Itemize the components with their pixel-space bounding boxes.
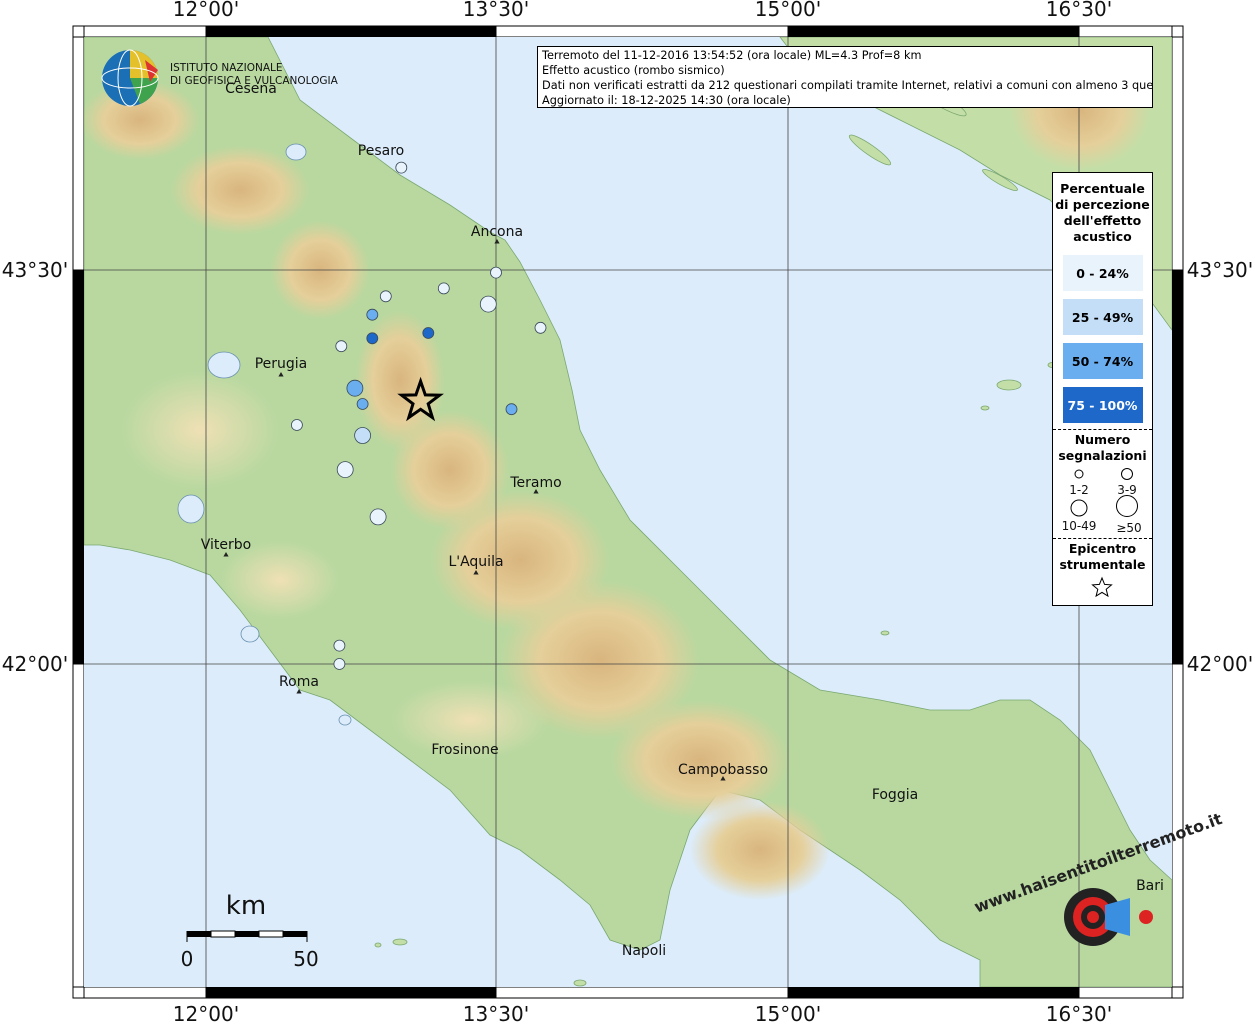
legend-epicenter-line-1: Epicentro (1068, 541, 1137, 556)
size-symbol-3 (1070, 499, 1088, 517)
legend-class-1: 25 - 49% (1062, 299, 1143, 335)
legend-title-line-4: acustico (1073, 229, 1132, 244)
info-line-2: Effetto acustico (rombo sismico) (542, 64, 725, 77)
observation-point (395, 161, 408, 174)
size-label-3: 10-49 (1062, 519, 1097, 533)
legend-size-symbols: 1-2 3-9 10-49 ≥50 (1062, 468, 1142, 535)
ingv-logo-icon (101, 49, 159, 107)
info-line-3: Dati non verificati estratti da 212 ques… (542, 79, 1153, 92)
city-label: Pesaro (358, 143, 404, 159)
info-line-1: Terremoto del 11-12-2016 13:54:52 (ora l… (542, 49, 922, 62)
legend-count-line-2: segnalazioni (1058, 448, 1147, 463)
scale-start: 0 (181, 947, 194, 971)
city-label: Roma (279, 674, 319, 690)
lon-label-top-1: 12°00' (173, 0, 239, 21)
legend-class-3: 75 - 100% (1062, 387, 1143, 423)
observation-point (534, 321, 547, 334)
observation-point (369, 508, 387, 526)
size-symbol-1 (1074, 469, 1084, 479)
size-symbol-2 (1121, 468, 1133, 480)
lon-label-bottom-2: 13°30' (463, 1002, 529, 1024)
observation-point (333, 639, 346, 652)
size-symbol-4 (1116, 495, 1138, 517)
legend-separator-1 (1053, 429, 1152, 430)
lon-label-bottom-3: 15°00' (755, 1002, 821, 1024)
lat-label-left-1: 43°30' (2, 258, 68, 282)
city-label: Perugia (255, 356, 308, 372)
legend: Percentuale di percezione dell'effetto a… (1052, 172, 1153, 606)
lat-label-right-2: 42°00' (1187, 652, 1253, 676)
observation-point (335, 340, 348, 353)
observation-point (333, 658, 346, 670)
observation-point (366, 332, 379, 345)
observation-point (354, 427, 372, 444)
city-label: Viterbo (201, 537, 251, 553)
observation-point (490, 266, 502, 279)
observation-point (479, 295, 497, 313)
logo-line-2: DI GEOFISICA E VULCANOLOGIA (170, 75, 338, 87)
legend-title: Percentuale di percezione dell'effetto a… (1053, 181, 1152, 245)
legend-star-icon (1091, 576, 1113, 598)
observation-point (290, 419, 303, 431)
ingv-logo-text: ISTITUTO NAZIONALE DI GEOFISICA E VULCAN… (170, 62, 338, 88)
legend-title-line-2: di percezione (1055, 197, 1150, 212)
city-label: L'Aquila (448, 554, 503, 570)
lat-label-right-1: 43°30' (1187, 258, 1253, 282)
observation-point (505, 403, 518, 416)
lon-label-top-4: 16°30' (1046, 0, 1112, 21)
lon-label-top-3: 15°00' (755, 0, 821, 21)
city-label: Teramo (509, 475, 561, 491)
logo-line-1: ISTITUTO NAZIONALE (170, 62, 283, 74)
scale-end: 50 (293, 947, 318, 971)
city-label: Campobasso (678, 762, 768, 778)
observation-point (379, 290, 392, 303)
observation-point (336, 461, 354, 479)
lon-label-bottom-4: 16°30' (1046, 1002, 1112, 1024)
city-label: Ancona (471, 224, 523, 240)
city-label: Napoli (622, 943, 666, 959)
city-label: Foggia (872, 787, 918, 803)
size-label-1: 1-2 (1069, 483, 1089, 497)
info-line-4: Aggiornato il: 18-12-2025 14:30 (ora loc… (542, 94, 791, 107)
legend-epicenter-line-2: strumentale (1059, 557, 1146, 572)
lon-label-bottom-1: 12°00' (173, 1002, 239, 1024)
observation-point (356, 398, 369, 410)
event-info-box: Terremoto del 11-12-2016 13:54:52 (ora l… (537, 46, 1153, 108)
lat-label-left-2: 42°00' (2, 652, 68, 676)
city-label: Bari (1136, 878, 1164, 894)
legend-epicenter-title: Epicentro strumentale (1053, 541, 1152, 573)
observation-point (366, 308, 379, 321)
legend-title-line-3: dell'effetto (1063, 213, 1142, 228)
legend-count-line-1: Numero (1074, 432, 1131, 447)
observation-point (422, 327, 435, 339)
scale-unit: km (226, 891, 266, 921)
legend-separator-2 (1053, 538, 1152, 539)
legend-class-0: 0 - 24% (1062, 255, 1143, 291)
legend-title-line-1: Percentuale (1060, 181, 1145, 196)
observation-point (346, 379, 364, 397)
legend-count-title: Numero segnalazioni (1053, 432, 1152, 464)
city-label: Frosinone (431, 742, 498, 758)
lon-label-top-2: 13°30' (463, 0, 529, 21)
size-label-4: ≥50 (1116, 521, 1141, 534)
legend-class-2: 50 - 74% (1062, 343, 1143, 379)
size-label-2: 3-9 (1117, 483, 1137, 497)
observation-point (437, 282, 450, 295)
